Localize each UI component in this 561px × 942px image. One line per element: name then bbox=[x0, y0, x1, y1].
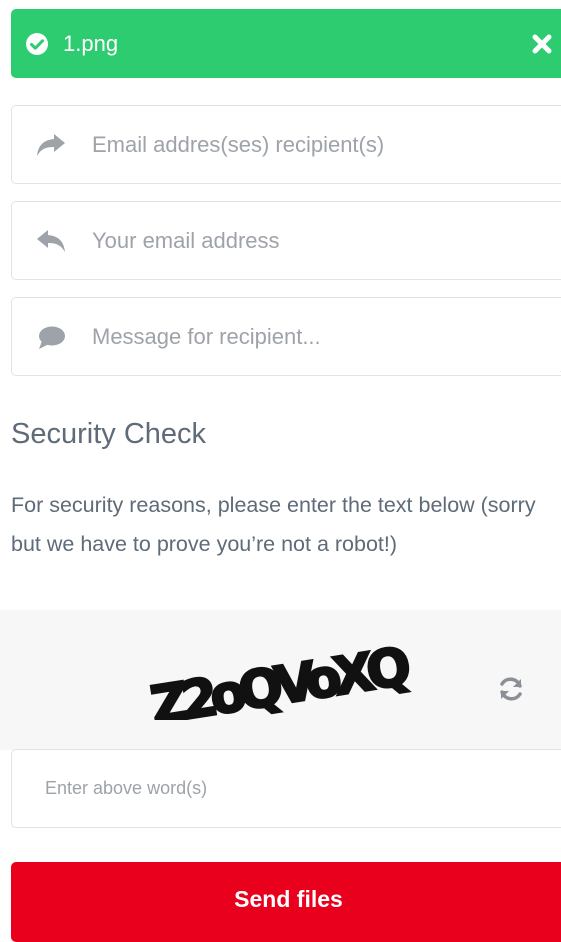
security-check-title: Security Check bbox=[11, 418, 207, 450]
sender-email-input[interactable] bbox=[92, 202, 552, 279]
share-forward-icon bbox=[37, 134, 65, 156]
captcha-field[interactable] bbox=[11, 749, 561, 828]
check-circle-icon bbox=[26, 33, 48, 55]
send-files-button[interactable]: Send files bbox=[11, 862, 561, 942]
recipients-field[interactable] bbox=[11, 105, 561, 184]
svg-text:Z2oQVoXQ: Z2oQVoXQ bbox=[147, 637, 413, 720]
sender-field[interactable] bbox=[11, 201, 561, 280]
uploaded-file-bar: 1.png bbox=[11, 9, 561, 78]
close-icon[interactable] bbox=[531, 33, 553, 55]
refresh-icon[interactable] bbox=[496, 674, 526, 704]
reply-icon bbox=[37, 230, 65, 252]
recipients-input[interactable] bbox=[92, 106, 552, 183]
message-field[interactable] bbox=[11, 297, 561, 376]
file-name: 1.png bbox=[63, 31, 119, 56]
captcha-box: Z2oQVoXQ bbox=[0, 610, 561, 750]
message-textarea[interactable] bbox=[92, 298, 552, 375]
security-description: For security reasons, please enter the t… bbox=[11, 493, 536, 556]
comment-icon bbox=[39, 326, 65, 349]
captcha-image: Z2oQVoXQ bbox=[146, 636, 415, 720]
captcha-input[interactable] bbox=[45, 750, 505, 827]
